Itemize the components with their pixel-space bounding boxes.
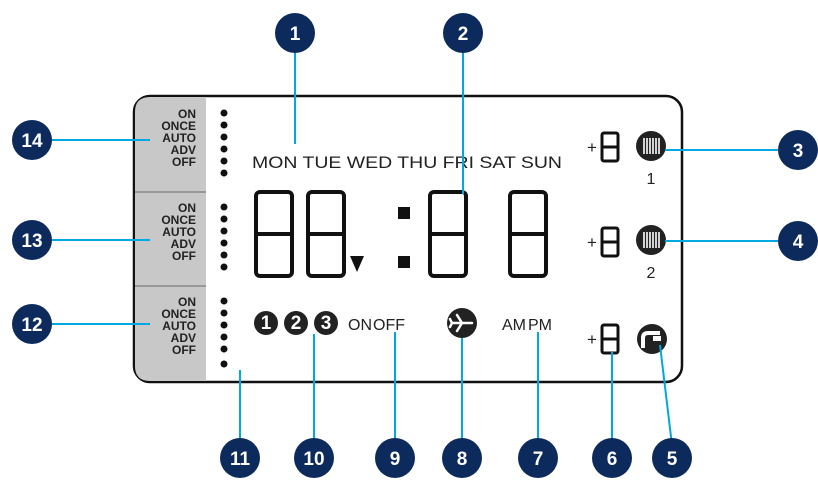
day-row: MON TUE WED THU FRI SAT SUN	[252, 153, 562, 172]
channel-1-label: 1	[261, 313, 272, 334]
callout-3-label: 3	[793, 141, 804, 162]
zone-2-label: 2	[647, 265, 656, 282]
dot	[220, 121, 228, 129]
dot	[220, 309, 228, 317]
dot	[220, 360, 228, 368]
plus-sign: +	[587, 330, 597, 349]
plus-sign: +	[587, 138, 597, 157]
channel-indicators: 1 2 3	[254, 311, 338, 335]
dot	[220, 157, 228, 165]
mode-off: OFF	[172, 249, 196, 263]
callout-6-label: 6	[607, 449, 618, 470]
lcd-display-outline	[132, 94, 684, 384]
channel-2-label: 2	[291, 313, 302, 334]
dot	[220, 297, 228, 305]
callout-4-label: 4	[793, 232, 804, 253]
callout-12-label: 12	[21, 315, 42, 336]
callout-9-label: 9	[390, 449, 401, 470]
lcd-diagram: ON ONCE AUTO ADV OFF ON ONCE AUTO ADV OF…	[12, 13, 818, 478]
radiator-icon	[636, 131, 666, 161]
dot	[220, 345, 228, 353]
on-indicator: ON	[348, 317, 372, 334]
off-indicator: OFF	[373, 317, 405, 334]
callout-8-label: 8	[457, 449, 468, 470]
colon-bottom	[398, 256, 410, 268]
mode-off: OFF	[172, 343, 196, 357]
pm-indicator: PM	[528, 317, 552, 334]
am-indicator: AM	[502, 317, 526, 334]
callout-5-label: 5	[667, 449, 678, 470]
dot	[220, 227, 228, 235]
callout-10-label: 10	[303, 449, 324, 470]
dot	[220, 263, 228, 271]
dot	[220, 145, 228, 153]
callout-2-label: 2	[458, 24, 469, 45]
callout-13-label: 13	[21, 231, 42, 252]
plus-sign: +	[587, 233, 597, 252]
hot-water-tap-icon	[637, 324, 667, 354]
dot	[220, 239, 228, 247]
colon-top	[398, 207, 410, 219]
dot	[220, 333, 228, 341]
dot	[220, 215, 228, 223]
callout-1-label: 1	[290, 24, 301, 45]
dot	[220, 133, 228, 141]
callout-14-label: 14	[21, 131, 43, 152]
mode-off: OFF	[172, 155, 196, 169]
radiator-icon	[636, 225, 666, 255]
callout-11-label: 11	[230, 449, 251, 470]
dot	[220, 251, 228, 259]
dot	[220, 109, 228, 117]
dot	[220, 169, 228, 177]
callout-7-label: 7	[533, 449, 544, 470]
dot	[220, 203, 228, 211]
dot	[220, 321, 228, 329]
zone-1-label: 1	[647, 171, 656, 188]
airplane-holiday-icon	[447, 308, 477, 338]
channel-3-label: 3	[321, 313, 332, 334]
